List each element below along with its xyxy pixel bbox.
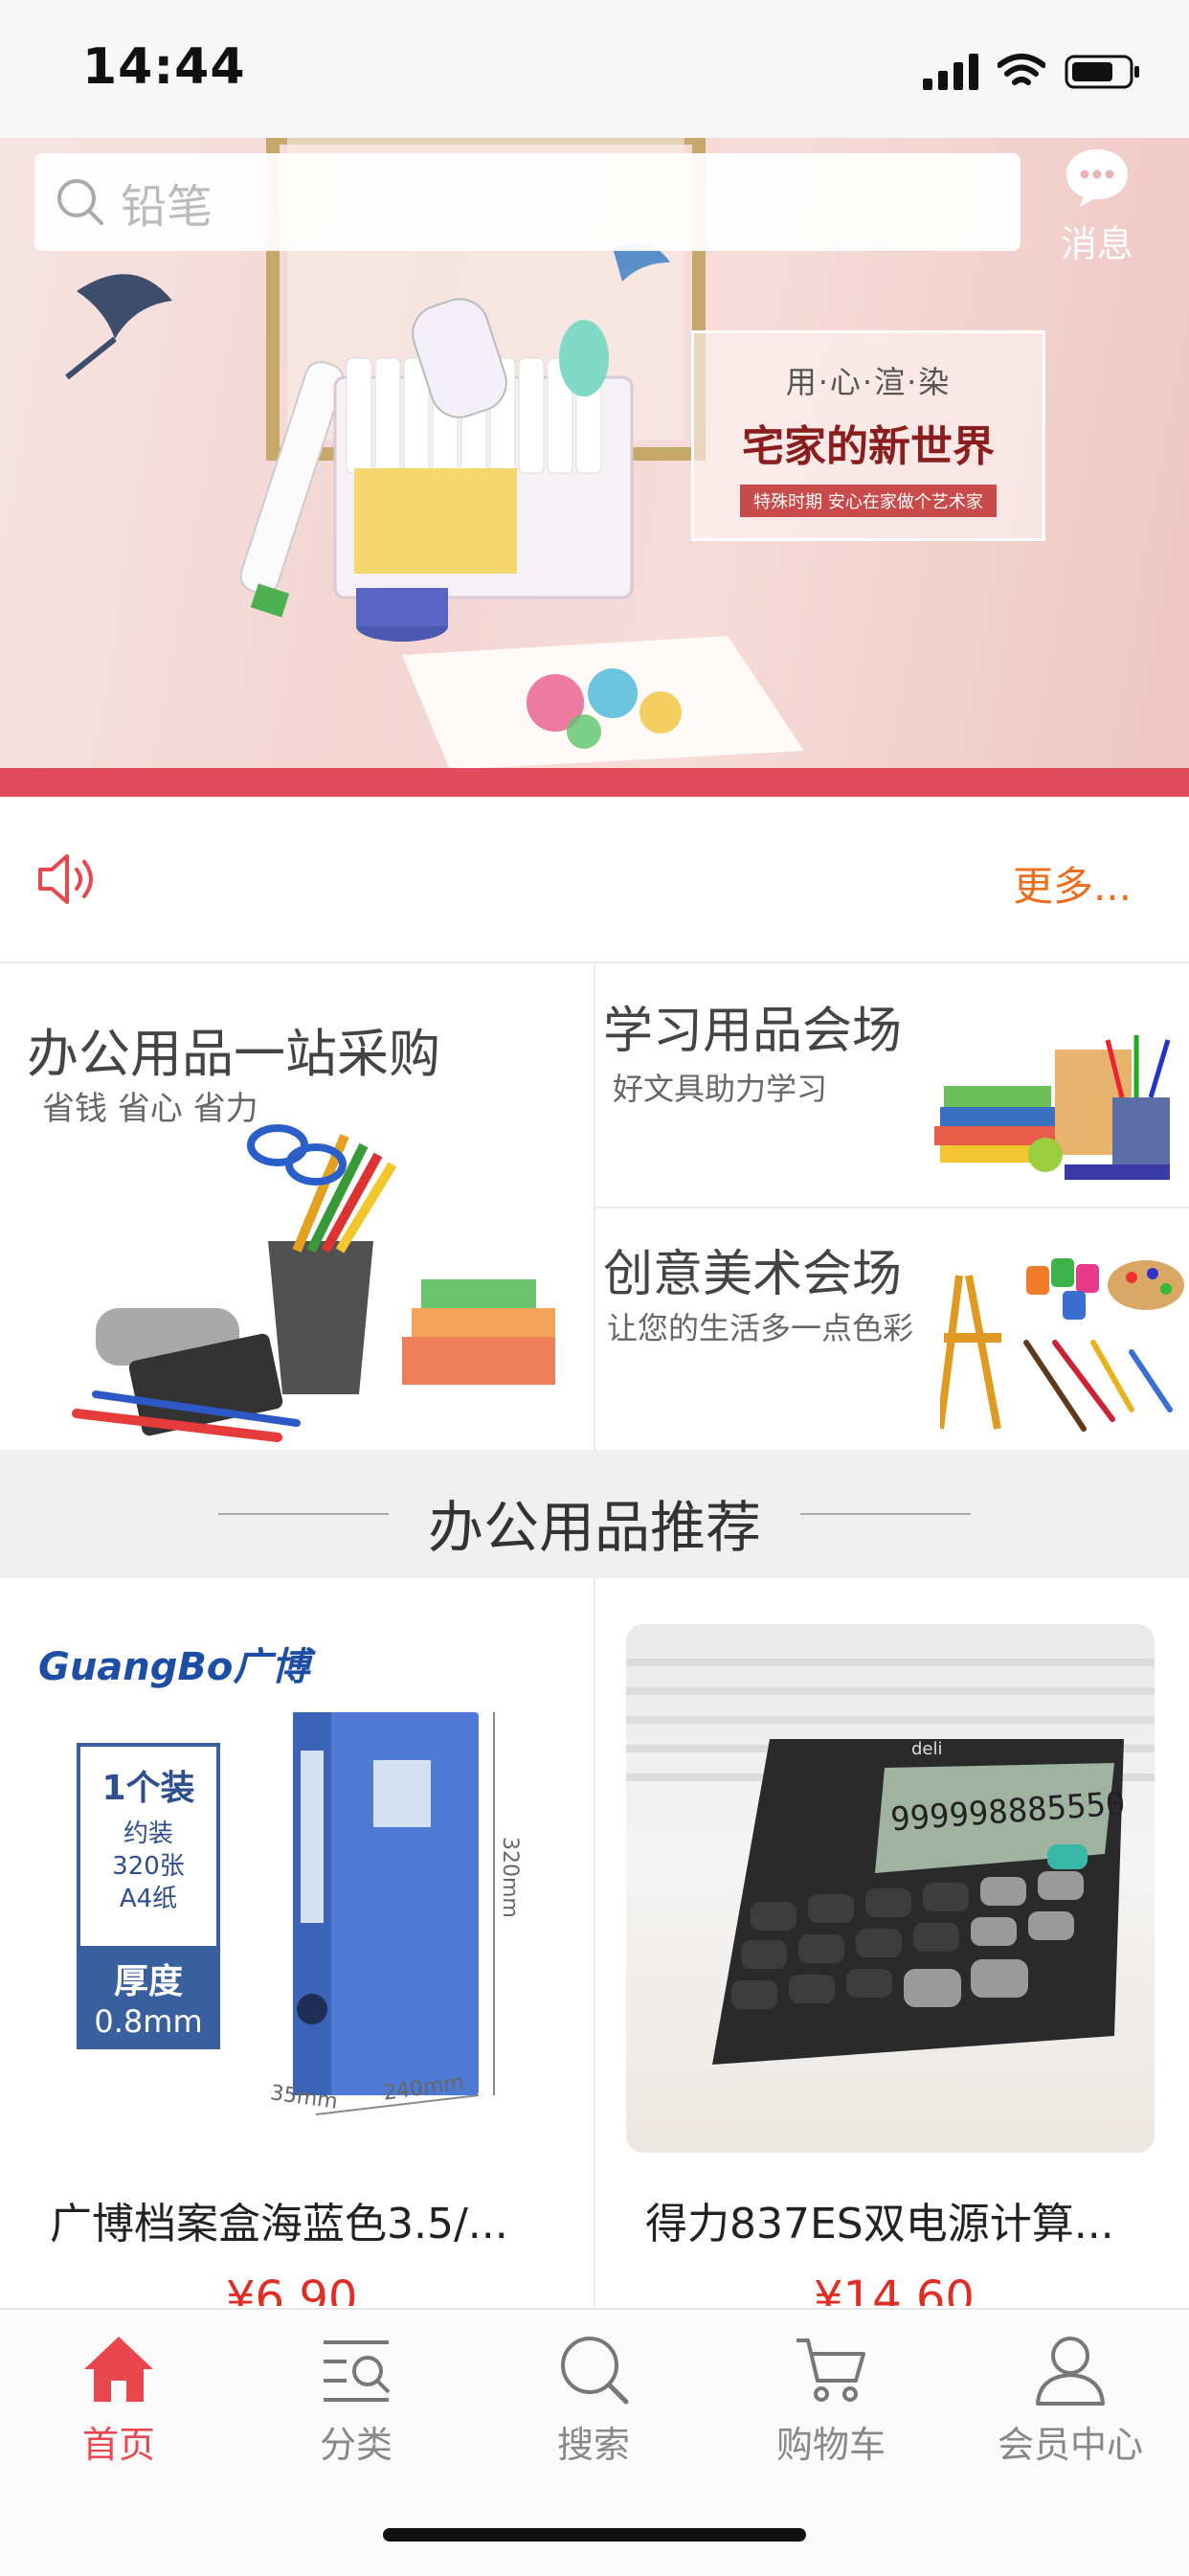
notice-more-link[interactable]: 更多... xyxy=(1013,854,1132,913)
search-icon xyxy=(561,2337,629,2405)
speaker-icon xyxy=(38,854,93,904)
promo-main-text: 宅家的新世界 xyxy=(742,422,995,471)
category-icon xyxy=(324,2340,391,2402)
status-icons xyxy=(923,48,1141,96)
search-placeholder: 铅笔 xyxy=(121,180,213,234)
notice-bar: 更多... xyxy=(0,797,1189,963)
badge-thickness-value: 0.8mm xyxy=(94,2003,203,2040)
section-divider-right xyxy=(800,1513,971,1515)
product-name: 得力837ES双电源计算... xyxy=(645,2200,1114,2248)
calculator-brand: deli xyxy=(911,1739,943,1759)
user-icon xyxy=(1036,2337,1105,2406)
product-card[interactable]: GuangBo广博 1个装 约装 320张 A4纸 厚度 0.8mm 320mm… xyxy=(0,1578,595,2306)
category-study[interactable]: 学习用品会场 好文具助力学习 xyxy=(595,963,1189,1209)
status-time: 14:44 xyxy=(82,38,246,96)
product-price: ¥14.60 xyxy=(814,2271,975,2306)
message-button[interactable]: 消息 xyxy=(1053,146,1141,267)
study-supplies-image xyxy=(934,1035,1171,1180)
category-art[interactable]: 创意美术会场 让您的生活多一点色彩 xyxy=(595,1209,1189,1450)
badge-spec-line: A4纸 xyxy=(119,1885,178,1913)
search-input[interactable]: 铅笔 xyxy=(34,153,1021,251)
promo-tag: 特殊时期 安心在家做个艺术家 xyxy=(740,485,997,517)
tab-label: 首页 xyxy=(81,2424,155,2466)
battery-icon xyxy=(1065,55,1139,89)
calculator-image xyxy=(626,1624,1155,2153)
category-study-subtitle: 好文具助力学习 xyxy=(613,1071,828,1107)
tab-label: 会员中心 xyxy=(997,2424,1143,2466)
home-indicator xyxy=(383,2528,806,2542)
promo-top-text: 用·心·渲·染 xyxy=(785,364,952,400)
product-badge: 1个装 约装 320张 A4纸 厚度 0.8mm xyxy=(77,1743,220,2049)
tab-label: 搜索 xyxy=(556,2424,630,2466)
tab-label: 分类 xyxy=(319,2424,393,2466)
home-icon xyxy=(84,2337,153,2402)
signal-icon xyxy=(923,54,978,90)
tab-category[interactable]: 分类 xyxy=(237,2333,475,2468)
tab-label: 购物车 xyxy=(775,2424,886,2466)
product-card[interactable]: 999998885550 deli 得力837ES双电源计算... ¥14.60 xyxy=(595,1578,1189,2306)
category-art-subtitle: 让您的生活多一点色彩 xyxy=(607,1310,914,1346)
product-brand: GuangBo广博 xyxy=(38,1645,310,1689)
banner-strip xyxy=(0,768,1189,797)
calculator-illustration xyxy=(626,1659,1155,2065)
section-title: 办公用品推荐 xyxy=(427,1495,761,1560)
promo-card: 用·心·渲·染 宅家的新世界 特殊时期 安心在家做个艺术家 xyxy=(691,330,1045,541)
tab-cart[interactable]: 购物车 xyxy=(712,2333,950,2468)
file-box-image xyxy=(293,1712,495,2115)
wifi-icon xyxy=(998,54,1045,85)
tab-search[interactable]: 搜索 xyxy=(475,2333,712,2468)
badge-spec-line: 约装 xyxy=(123,1819,173,1848)
badge-thickness-label: 厚度 xyxy=(113,1962,183,2001)
office-supplies-image xyxy=(72,1124,555,1442)
chat-bubble-icon xyxy=(1066,149,1128,207)
product-price: ¥6.90 xyxy=(226,2271,358,2306)
category-office[interactable]: 办公用品一站采购 省钱 省心 省力 xyxy=(0,963,595,1450)
category-study-title: 学习用品会场 xyxy=(603,1003,903,1060)
tab-home[interactable]: 首页 xyxy=(0,2333,237,2468)
dimension-height: 320mm xyxy=(498,1837,522,1918)
art-supplies-image xyxy=(940,1258,1184,1432)
message-label: 消息 xyxy=(1060,223,1133,265)
product-name: 广博档案盒海蓝色3.5/... xyxy=(50,2200,508,2248)
badge-spec-line: 320张 xyxy=(112,1852,185,1881)
category-office-title: 办公用品一站采购 xyxy=(27,1024,440,1084)
badge-count: 1个装 xyxy=(101,1769,195,1808)
tab-member[interactable]: 会员中心 xyxy=(952,2333,1189,2468)
section-header: 办公用品推荐 xyxy=(0,1450,1189,1578)
search-icon xyxy=(57,179,103,225)
cart-icon xyxy=(796,2339,865,2402)
category-art-title: 创意美术会场 xyxy=(603,1246,903,1303)
